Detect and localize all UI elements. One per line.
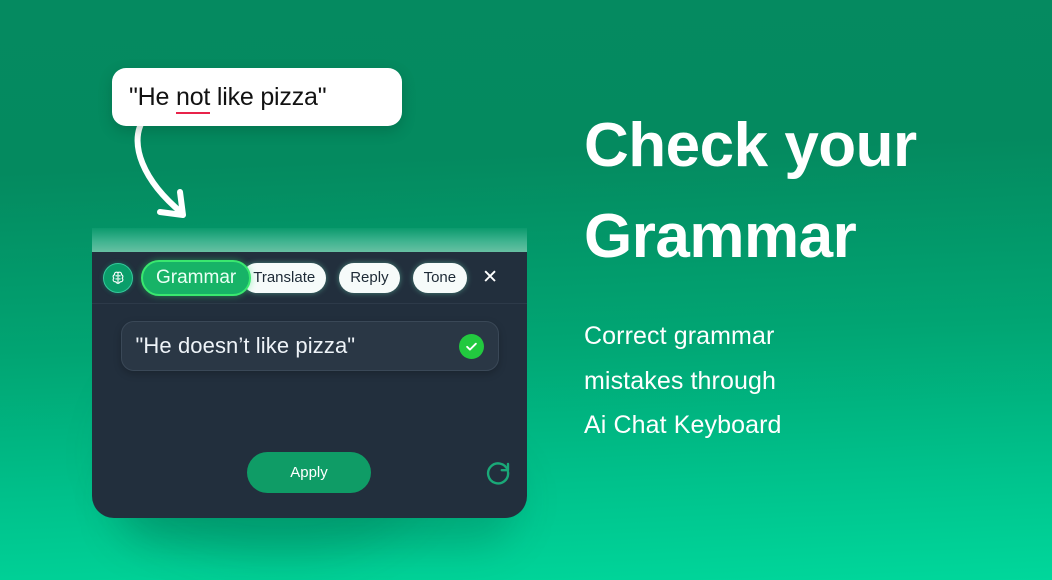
apply-button[interactable]: Apply xyxy=(247,452,371,493)
tab-tone-label: Tone xyxy=(423,269,457,286)
tab-translate[interactable]: Translate xyxy=(242,262,327,293)
pointer-arrow-icon xyxy=(134,120,186,218)
close-icon[interactable]: ✕ xyxy=(480,268,500,288)
body-line-3: Ai Chat Keyboard xyxy=(584,411,782,440)
body-line-2: mistakes through xyxy=(584,366,776,395)
bubble-text-suffix: like pizza" xyxy=(210,82,327,111)
panel-body: Grammar Translate Reply Tone ✕ "He doesn… xyxy=(92,252,527,518)
headline-line-1: Check your xyxy=(584,111,917,180)
bubble-text-prefix: "He xyxy=(129,82,176,111)
close-glyph: ✕ xyxy=(482,267,499,288)
check-circle-icon xyxy=(458,333,484,359)
tab-translate-label: Translate xyxy=(253,269,316,286)
headline-line-2: Grammar xyxy=(584,202,857,272)
grammar-error-word: not xyxy=(175,82,210,114)
tab-reply-label: Reply xyxy=(350,269,389,286)
refresh-icon[interactable] xyxy=(481,455,515,489)
headline: Check your Grammar xyxy=(584,100,1014,282)
brain-icon[interactable] xyxy=(103,262,133,293)
marketing-copy: Check your Grammar Correct grammar mista… xyxy=(584,100,1014,448)
tab-grammar-label: Grammar xyxy=(156,266,237,288)
original-text-value: "He not like pizza" xyxy=(129,82,327,114)
body-copy: Correct grammar mistakes through Ai Chat… xyxy=(584,314,1014,448)
tab-grammar[interactable]: Grammar xyxy=(141,259,252,296)
tab-tone[interactable]: Tone xyxy=(412,262,468,293)
app-mock-panel: Grammar Translate Reply Tone ✕ "He doesn… xyxy=(92,228,527,518)
body-line-1: Correct grammar xyxy=(584,322,775,351)
tab-reply[interactable]: Reply xyxy=(339,262,400,293)
corrected-text-value: "He doesn’t like pizza" xyxy=(135,333,356,358)
panel-actions: Apply xyxy=(92,452,527,496)
corrected-text-field[interactable]: "He doesn’t like pizza" xyxy=(120,321,499,371)
original-text-bubble: "He not like pizza" xyxy=(112,68,402,126)
apply-button-label: Apply xyxy=(290,464,328,481)
keyboard-toolbar: Grammar Translate Reply Tone ✕ xyxy=(92,252,527,304)
